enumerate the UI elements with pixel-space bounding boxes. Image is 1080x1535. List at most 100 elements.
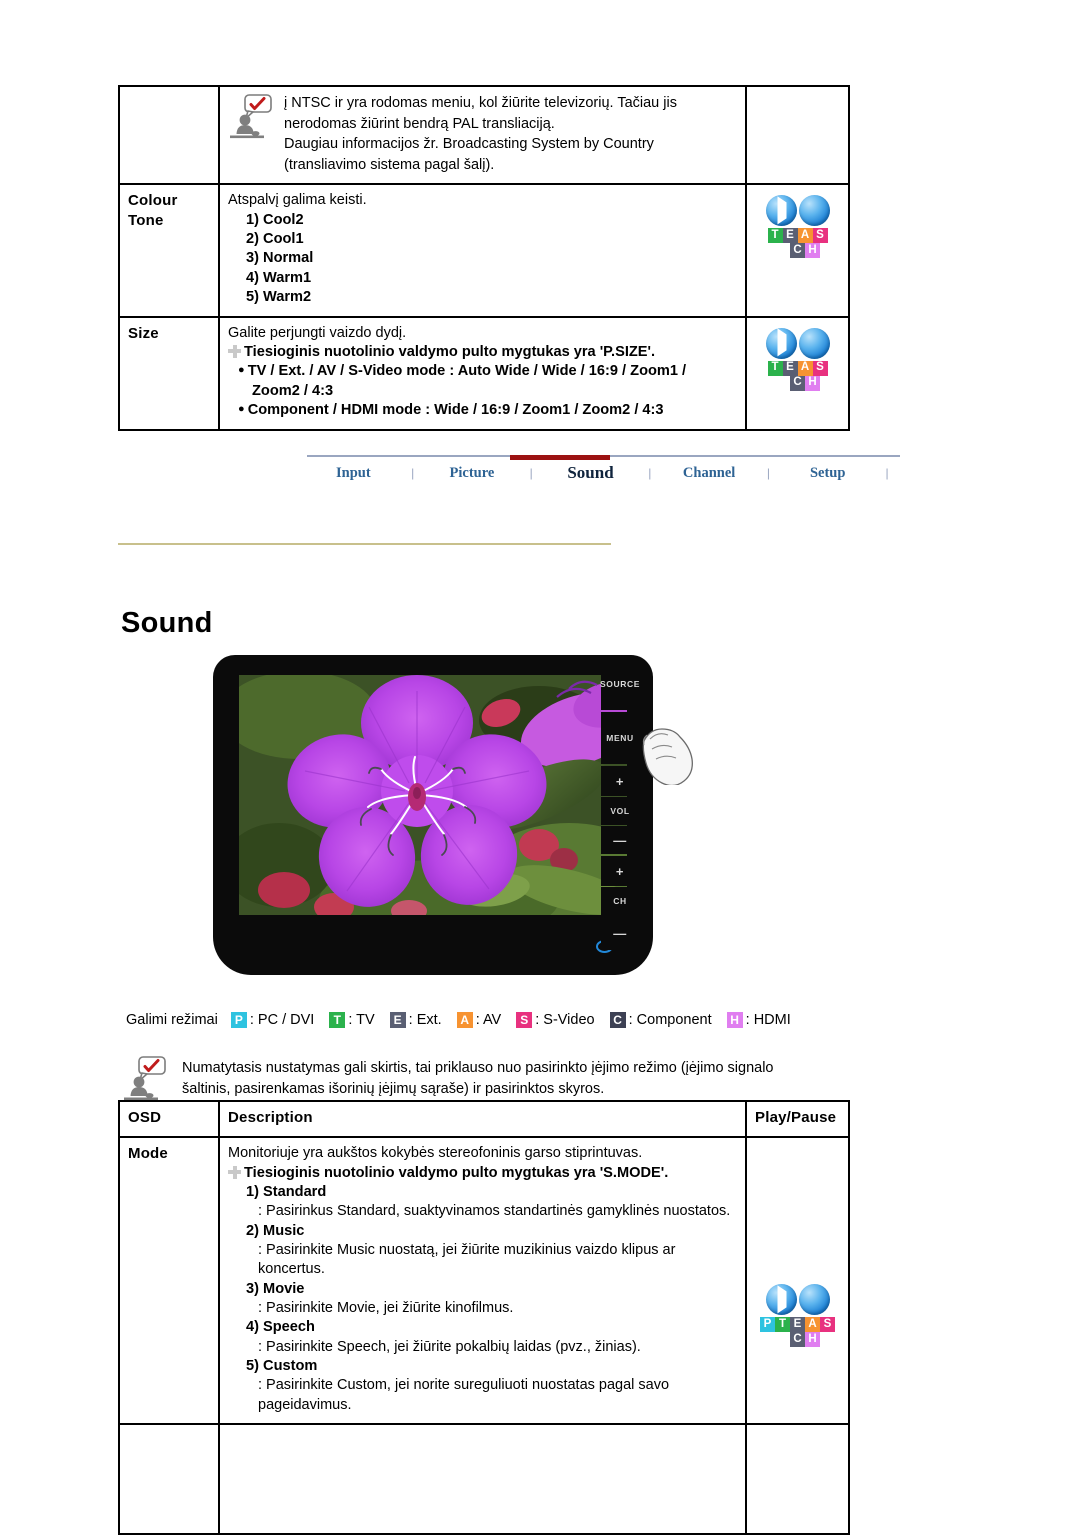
mode-badge-t: T [767,228,783,244]
notice-line: Numatytasis nustatymas gali skirtis, tai… [182,1060,774,1076]
option-title: 3) Movie [246,1280,305,1297]
direct-button-note: Tiesioginis nuotolinio valdymo pulto myg… [228,1164,737,1183]
tv-illustration: SOURCE MENU + VOL — + CH — [213,655,693,995]
pause-icon [798,327,830,359]
mode-badge-h: H [805,1332,820,1348]
mode-badge-e: E [389,1012,406,1028]
option-item: 1) Cool2 [246,211,304,228]
legend-item-component: C : Component [609,1012,712,1028]
description-cell-mode: Monitoriuje yra aukštos kokybės stereofo… [218,1136,747,1425]
vol-label: VOL [601,797,639,825]
mode-badge-h: H [726,1012,743,1028]
tab-channel[interactable]: Channel [663,465,756,482]
legend-label: Galimi režimai [126,1012,218,1028]
option-desc: : Pasirinkus Standard, suaktyvinamos sta… [258,1203,731,1220]
play-icon [765,195,797,227]
header-play-pause: Play/Pause [745,1099,850,1139]
mode-icon-cell: T E A S C H [745,315,850,431]
legend-item-label: : Ext. [408,1012,442,1028]
mode-bullet: TV / Ext. / AV / S-Video mode : Auto Wid… [248,362,737,401]
teasch-mode-icons: T E A S C H [755,191,840,259]
sound-settings-table: OSD Description Play/Pause Mode Monitori… [118,1099,850,1535]
mode-icon-cell: T E A S C H [745,183,850,318]
pteasch-mode-icons: P T E A S C H [755,1144,840,1348]
notice-line: (transliavimo sistema pagal šalį). [284,156,495,173]
vol-down-button[interactable]: — [601,826,639,854]
notice-line: Daugiau informacijos žr. Broadcasting Sy… [284,136,654,153]
option-item: 3) Normal [246,250,314,267]
tab-separator: | [766,466,770,480]
tv-screen [239,675,627,915]
ch-down-button[interactable]: — [601,916,639,950]
option-title: 4) Speech [246,1319,315,1336]
mode-badge-c: C [790,1332,805,1348]
play-icon [765,1284,797,1316]
mode-badge-p: P [760,1317,775,1333]
mode-badge-a: A [456,1012,473,1028]
icon-cell-empty [745,84,850,186]
option-desc: : Pasirinkite Speech, jei žiūrite pokalb… [258,1338,641,1355]
tab-picture[interactable]: Picture [426,465,519,482]
mode-badge-a: A [797,228,813,244]
legend-item-av: A : AV [456,1012,501,1028]
tab-input[interactable]: Input [307,465,400,482]
section-tabs: Input | Picture | Sound | Channel | Setu… [307,455,900,495]
active-tab-underline [510,455,610,460]
notice-person-check-icon [124,1056,166,1101]
mode-badge-t: T [767,360,783,376]
mode-badge-e: E [782,360,798,376]
legend-item-label: : S-Video [535,1012,595,1028]
tab-setup[interactable]: Setup [781,465,874,482]
option-title: 5) Custom [246,1358,318,1374]
menu-button[interactable]: MENU [601,712,639,764]
notice-line: nerodomas žiūrint bendrą PAL transliacij… [284,115,555,132]
ch-label: CH [601,887,639,915]
legend-item-ext: E : Ext. [389,1012,442,1028]
mode-badge-s: S [820,1317,835,1333]
mode-badge-c: C [609,1012,626,1028]
legend-item-hdmi: H : HDMI [726,1012,791,1028]
description-cell-size: Galite perjungti vaizdo dydį. Tiesiogini… [218,315,747,431]
description-lead: Galite perjungti vaizdo dydį. [228,324,407,341]
osd-cell-next [118,1422,220,1535]
mode-icon-cell: P T E A S C H [745,1136,850,1425]
legend-item-s-video: S : S-Video [516,1012,595,1028]
option-desc: : Pasirinkite Custom, jei norite suregul… [258,1377,670,1413]
icon-cell-next [745,1422,850,1535]
legend-item-pc-dvi: P : PC / DVI [230,1012,314,1028]
osd-label: Mode [128,1145,168,1163]
option-item: 2) Cool1 [246,231,304,247]
legend-item-label: : HDMI [745,1012,791,1028]
table-row: į NTSC ir yra rodomas meniu, kol žiūrite… [118,84,850,186]
osd-label: Size [128,324,159,342]
picture-settings-table: į NTSC ir yra rodomas meniu, kol žiūrite… [118,84,850,431]
tab-sound[interactable]: Sound [544,463,637,483]
mode-badge-e: E [790,1317,805,1333]
table-header-row: OSD Description Play/Pause [118,1099,850,1139]
direct-button-note: Tiesioginis nuotolinio valdymo pulto myg… [228,343,737,362]
mode-badge-t: T [775,1317,790,1333]
section-divider [118,543,611,545]
description-cell-next [218,1422,747,1535]
legend-item-label: : TV [348,1012,375,1028]
osd-cell-empty [118,84,220,186]
mode-badge-s: S [812,228,828,244]
flower-photo [239,675,627,915]
plus-marker-icon [228,344,241,358]
mode-badge-h: H [805,375,820,391]
play-pause-orbs [765,1284,830,1316]
tv-control-panel: SOURCE MENU + VOL — + CH — [600,658,647,950]
table-row: Colour Tone Atspalvį galima keisti. 1) C… [118,183,850,318]
option-title: 1) Standard [246,1183,327,1200]
source-button[interactable]: SOURCE [600,658,639,710]
ch-up-button[interactable]: + [601,856,639,886]
notice-line: šaltinis, pasirenkamas išorinių įėjimų s… [182,1080,605,1097]
osd-label: Tone [128,212,164,230]
play-pause-orbs [765,327,830,359]
mode-badge-c: C [790,243,805,259]
option-title: 2) Music [246,1222,305,1239]
option-item: 5) Warm2 [246,289,312,306]
header-description: Description [218,1099,747,1139]
mode-badge-a: A [805,1317,820,1333]
vol-up-button[interactable]: + [601,766,639,796]
